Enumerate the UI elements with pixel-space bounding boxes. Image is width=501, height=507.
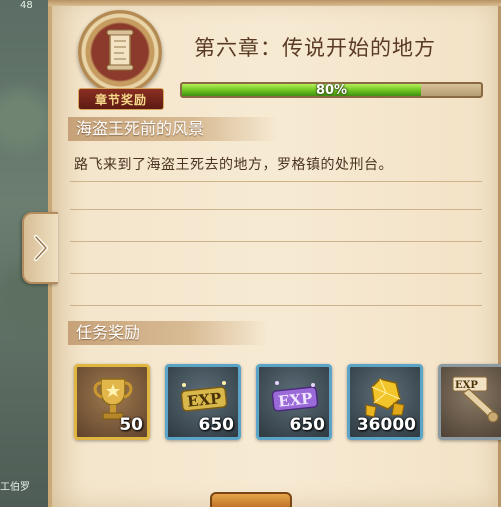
chapter-reward-label: 章节奖励	[78, 88, 164, 110]
panel-top-border	[48, 0, 501, 6]
reward-count: 50	[119, 415, 143, 435]
chapter-title: 第六章：传说开始的地方	[194, 36, 436, 60]
reward-slot-gold[interactable]: 36000	[347, 364, 423, 440]
svg-text:EXP: EXP	[277, 389, 313, 410]
chapter-progress-bar: 80%	[180, 82, 483, 98]
svg-text:EXP: EXP	[455, 380, 478, 391]
quest-title: 海盗王死前的风景	[68, 117, 278, 141]
ruled-line	[70, 273, 482, 274]
reward-slot-exp-scroll[interactable]: EXP	[438, 364, 501, 440]
reward-slot-trophy[interactable]: 50	[74, 364, 150, 440]
reward-slot-exp[interactable]: EXP 650	[165, 364, 241, 440]
hud-level-number: 48	[20, 0, 33, 11]
expand-tab-button[interactable]	[22, 212, 58, 284]
ruled-line	[70, 305, 482, 306]
reward-count: 36000	[356, 415, 416, 435]
ruled-line	[70, 209, 482, 210]
ruled-line	[70, 241, 482, 242]
reward-count: 650	[198, 415, 235, 435]
claim-button[interactable]	[210, 492, 292, 507]
chevron-right-icon	[34, 235, 48, 261]
hud-bottom-text: 工伯罗	[0, 482, 30, 493]
ruled-line	[70, 181, 482, 182]
reward-slot-exp[interactable]: EXP 650	[256, 364, 332, 440]
exp-scroll-icon: EXP	[452, 376, 499, 423]
progress-text: 80%	[315, 83, 348, 98]
reward-count: 650	[289, 415, 326, 435]
quest-description: 路飞来到了海盗王死去的地方，罗格镇的处刑台。	[74, 157, 393, 173]
rewards-title: 任务奖励	[68, 321, 268, 345]
svg-text:EXP: EXP	[186, 389, 222, 410]
scroll-icon	[106, 29, 134, 71]
